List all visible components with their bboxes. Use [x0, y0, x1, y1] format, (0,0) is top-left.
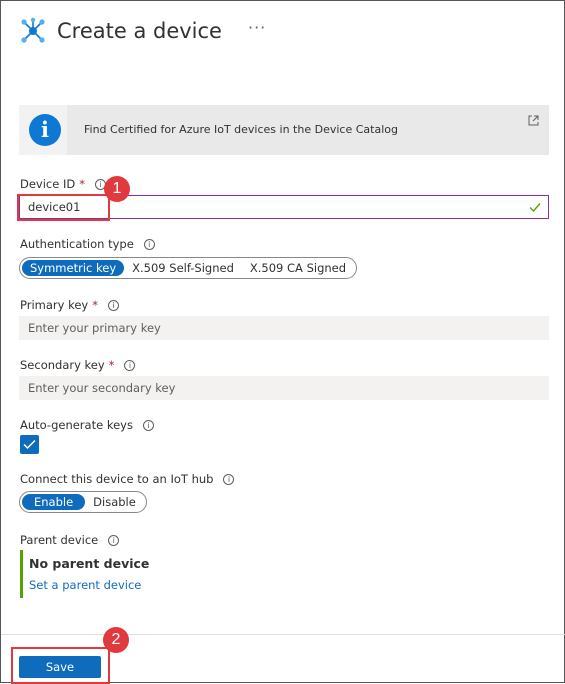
auto-generate-label: Auto-generate keys i [20, 418, 154, 432]
banner-text: Find Certified for Azure IoT devices in … [84, 123, 398, 136]
auto-generate-label-text: Auto-generate keys [20, 418, 133, 432]
auth-option-x509-self-signed[interactable]: X.509 Self-Signed [124, 260, 242, 276]
panel-header: Create a device ··· [19, 11, 266, 51]
primary-key-placeholder: Enter your primary key [28, 321, 161, 335]
info-icon[interactable]: i [124, 359, 136, 371]
highlight-save-button [11, 647, 110, 684]
device-catalog-banner[interactable]: i Find Certified for Azure IoT devices i… [19, 105, 549, 155]
step-marker-1: 1 [104, 176, 130, 202]
auth-option-x509-ca-signed[interactable]: X.509 CA Signed [242, 260, 354, 276]
info-icon[interactable]: i [108, 534, 120, 546]
auth-option-symmetric-key[interactable]: Symmetric key [22, 260, 125, 276]
device-id-label-text: Device ID [20, 177, 76, 191]
info-icon[interactable]: i [223, 473, 235, 485]
secondary-key-label-text: Secondary key [20, 358, 105, 372]
primary-key-input[interactable]: Enter your primary key [19, 316, 549, 340]
secondary-key-input[interactable]: Enter your secondary key [19, 376, 549, 400]
required-marker: * [108, 358, 115, 372]
secondary-key-label: Secondary key * i [20, 358, 136, 372]
more-options-button[interactable]: ··· [248, 18, 266, 37]
step-marker-2: 2 [103, 627, 129, 653]
auto-generate-checkbox[interactable] [20, 435, 39, 454]
info-icon: i [29, 114, 61, 146]
parent-device-indicator [20, 550, 23, 598]
create-device-panel: Create a device ··· i Find Certified for… [0, 0, 565, 684]
connect-hub-label-text: Connect this device to an IoT hub [20, 472, 214, 486]
iot-hub-icon [21, 17, 45, 43]
banner-icon-area: i [19, 105, 67, 155]
page-title: Create a device [57, 19, 222, 43]
auth-type-label: Authentication type i [20, 237, 155, 251]
parent-device-value: No parent device [29, 556, 150, 571]
required-marker: * [79, 177, 85, 191]
primary-key-label-text: Primary key [20, 298, 89, 312]
device-id-label: Device ID * i [20, 177, 106, 191]
set-parent-device-link[interactable]: Set a parent device [29, 578, 141, 592]
checkmark-icon [23, 439, 36, 450]
primary-key-label: Primary key * i [20, 298, 119, 312]
info-icon[interactable]: i [107, 299, 119, 311]
connect-hub-label: Connect this device to an IoT hub i [20, 472, 235, 486]
external-link-icon[interactable] [528, 115, 539, 126]
connect-enable-option[interactable]: Enable [22, 494, 86, 510]
checkmark-icon [529, 203, 541, 213]
secondary-key-placeholder: Enter your secondary key [28, 381, 176, 395]
parent-device-label: Parent device i [20, 533, 120, 547]
required-marker: * [92, 298, 98, 312]
connect-disable-option[interactable]: Disable [85, 494, 144, 510]
parent-device-label-text: Parent device [20, 533, 99, 547]
connect-hub-toggle: Enable Disable [19, 491, 147, 513]
highlight-device-id [17, 194, 110, 221]
info-icon[interactable]: i [142, 419, 154, 431]
info-icon[interactable]: i [143, 238, 155, 250]
auth-type-label-text: Authentication type [20, 237, 134, 251]
auth-type-toggle: Symmetric key X.509 Self-Signed X.509 CA… [19, 257, 358, 279]
footer-divider [1, 634, 565, 635]
